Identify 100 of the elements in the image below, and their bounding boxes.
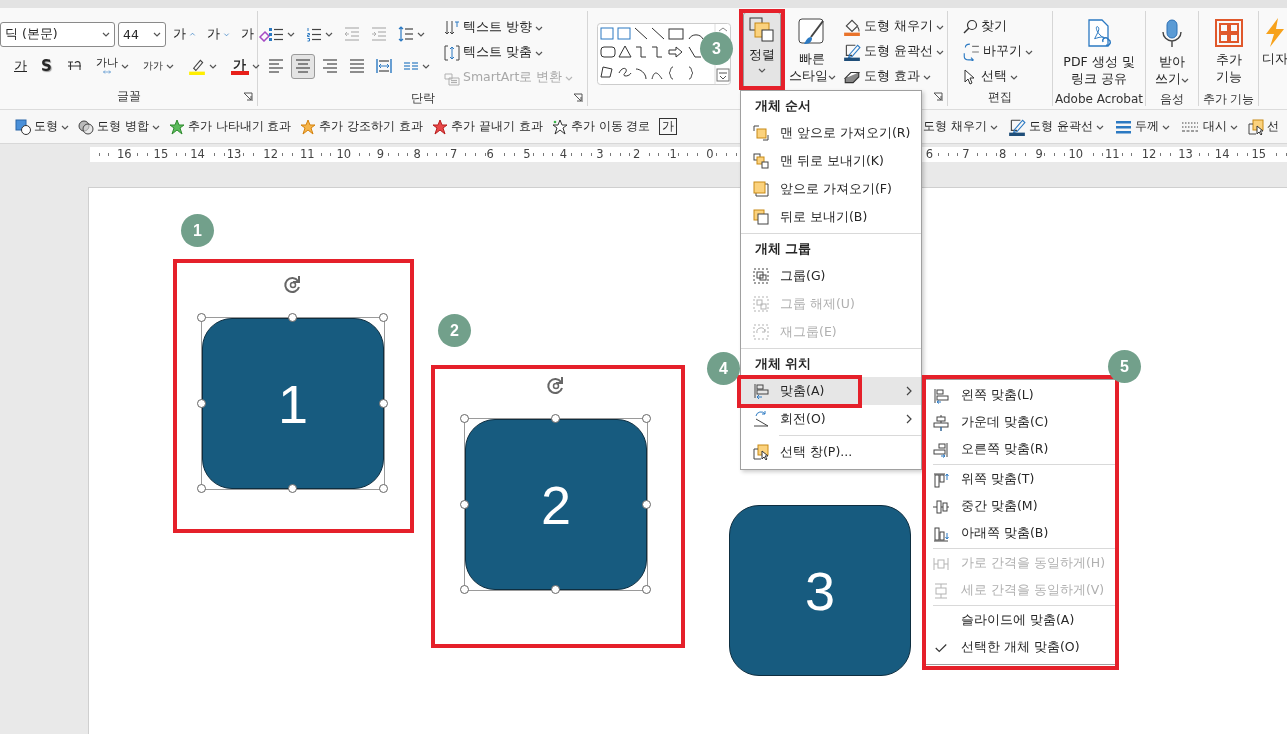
section-header: 개체 순서 (755, 97, 812, 115)
resize-handle[interactable] (288, 484, 297, 493)
resize-handle[interactable] (642, 499, 651, 509)
group-label: 음성 (1160, 91, 1184, 108)
menu-item[interactable]: 뒤로 보내기(B) (741, 203, 921, 231)
case-button[interactable]: 가가 (138, 53, 178, 79)
bolt-button[interactable]: 디자 (1259, 13, 1287, 91)
find-button[interactable]: 찾기 (958, 14, 1037, 39)
resize-handle[interactable] (197, 484, 206, 493)
fill-button[interactable]: 도형 채우기 (839, 14, 948, 39)
shrink-font-button[interactable]: 가 (203, 21, 234, 47)
textfit-button[interactable]: 텍스트 맞춤 (440, 40, 578, 65)
menu-item[interactable]: 맨 앞으로 가져오기(R) (741, 119, 921, 147)
send-to-back-icon (753, 153, 769, 169)
aligncenter-button[interactable] (291, 53, 315, 79)
resize-handle[interactable] (379, 313, 388, 322)
resize-handle[interactable] (379, 484, 388, 493)
merge-button[interactable]: 도형 병합 (77, 116, 161, 137)
underline-button[interactable]: 가 (10, 53, 31, 79)
text-align-icon (444, 44, 460, 61)
dash-style-icon (1179, 119, 1200, 134)
menu-item[interactable]: 맨 뒤로 보내기(K) (741, 147, 921, 175)
highlighter-icon (187, 57, 206, 75)
menu-item[interactable]: 회전(O) (741, 405, 921, 433)
weight-button[interactable]: 두께 (1112, 116, 1171, 137)
pane-button[interactable]: 선 (1246, 116, 1280, 137)
dropdown-field[interactable]: 44 (118, 21, 166, 47)
resize-handle[interactable] (551, 585, 560, 594)
caret-icon (102, 30, 110, 38)
merge-shapes-icon (78, 118, 94, 135)
arrange-icon (749, 17, 775, 43)
effects-button[interactable]: 도형 효과 (839, 64, 948, 89)
grow-font-button[interactable]: 가 (169, 21, 200, 47)
resize-handle[interactable] (288, 313, 297, 322)
ruler-number: 11 (298, 148, 316, 161)
menu-item[interactable]: 맞춤(A) (741, 377, 921, 405)
rounded-rectangle[interactable]: 3 (729, 505, 911, 676)
textdir-button[interactable]: 텍스트 방향 (440, 15, 578, 40)
menu-item[interactable]: 가운데 맞춤(C) (927, 409, 1114, 436)
replace-icon (962, 42, 980, 61)
emphasis-button[interactable]: 추가 강조하기 효과 (299, 116, 425, 137)
resize-handle[interactable] (460, 499, 469, 509)
dropdown-field[interactable]: 딕 (본문) (0, 21, 115, 47)
addins-button[interactable]: 추가 기능 (1210, 13, 1247, 91)
section-header: 개체 위치 (755, 355, 812, 373)
bring-forward-icon (753, 181, 769, 197)
justify-icon (349, 58, 365, 74)
exit-button[interactable]: 추가 끝내기 효과 (431, 116, 544, 137)
resize-handle[interactable] (642, 414, 651, 423)
numbering-icon (306, 26, 322, 42)
resize-handle[interactable] (197, 313, 206, 322)
fontcolor-button[interactable]: 가 (226, 53, 264, 79)
lightning-icon (1266, 18, 1284, 47)
path-button[interactable]: 추가 이동 경로 (550, 116, 652, 137)
resize-handle[interactable] (379, 398, 388, 408)
shadow-button[interactable]: S (37, 53, 56, 79)
menu-item[interactable]: 위쪽 맞춤(T) (927, 466, 1114, 493)
indent-icon (371, 26, 387, 42)
shape-button[interactable]: 도형 (14, 116, 70, 137)
menu-item[interactable]: 그룹(G) (741, 262, 921, 290)
shape-number: 2 (540, 473, 571, 536)
replace-button[interactable]: 바꾸기 (958, 39, 1037, 64)
menu-item[interactable]: 슬라이드에 맞춤(A) (927, 607, 1114, 634)
clear-format-button[interactable]: 가 (237, 21, 277, 47)
rounded-rectangle[interactable]: 2 (465, 419, 647, 590)
shrink-caret-icon (223, 30, 230, 38)
entrance-button[interactable]: 추가 나타내기 효과 (167, 116, 293, 137)
bring-to-front-icon (753, 125, 769, 141)
menu-item[interactable]: 왼쪽 맞춤(L) (927, 382, 1114, 409)
pdf-button[interactable]: PDF 생성 및 링크 공유 (1060, 13, 1138, 91)
ruler-number: 6 (485, 148, 495, 161)
menu-item[interactable]: 선택 창(P)... (741, 438, 921, 466)
menu-item[interactable]: 선택한 개체 맞춤(O) (927, 634, 1114, 661)
menu-item[interactable]: 오른쪽 맞춤(R) (927, 436, 1114, 463)
shape-number: 3 (804, 559, 835, 622)
menu-item[interactable]: 아래쪽 맞춤(B) (927, 520, 1114, 547)
spacing-button[interactable]: 가나 (91, 53, 133, 79)
resize-handle[interactable] (460, 585, 469, 594)
resize-handle[interactable] (642, 585, 651, 594)
outline-button[interactable]: 도형 윤곽선 (839, 39, 948, 64)
resize-handle[interactable] (551, 414, 560, 423)
outline-button[interactable]: 도형 윤곽선 (1006, 115, 1105, 138)
emphasis-star-icon (300, 118, 317, 135)
ungroup-icon (753, 296, 769, 312)
align-left-icon (268, 58, 284, 74)
menu-item[interactable]: 중간 맞춤(M) (927, 493, 1114, 520)
menu-item[interactable]: 앞으로 가져오기(F) (741, 175, 921, 203)
rounded-rectangle[interactable]: 1 (202, 318, 384, 489)
resize-handle[interactable] (197, 398, 206, 408)
distribute-vertical-icon (933, 582, 949, 599)
quickstyle-button[interactable]: 빠른 스타일 (785, 12, 839, 90)
ruler-number: 0 (705, 148, 715, 161)
dash-button[interactable]: 대시 (1178, 116, 1239, 137)
mic-button[interactable]: 받아 쓰기 (1152, 13, 1192, 91)
caret-icon (153, 30, 161, 38)
pen-outline-icon (843, 42, 861, 61)
fill-button[interactable]: 도형 채우기 (922, 116, 999, 137)
resize-handle[interactable] (460, 414, 469, 423)
cursor-button[interactable]: 선택 (958, 64, 1037, 89)
textbox-button[interactable]: 가 (658, 116, 679, 137)
